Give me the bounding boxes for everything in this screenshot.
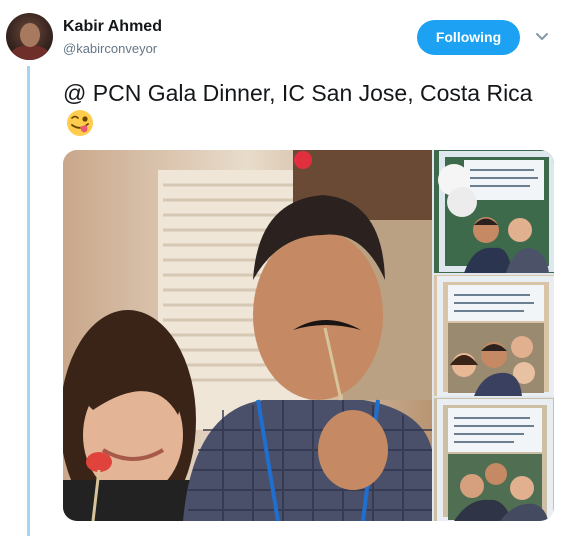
thumbnail-photo-2[interactable] [434, 275, 554, 396]
following-button[interactable]: Following [417, 20, 520, 55]
author-name[interactable]: Kabir Ahmed [63, 18, 162, 36]
media-gallery [63, 150, 554, 521]
winking-face-with-tongue-icon [67, 109, 93, 136]
tweet-text: @ PCN Gala Dinner, IC San Jose, Costa Ri… [63, 78, 533, 140]
avatar[interactable] [6, 13, 53, 60]
thumbnail-photo-3[interactable] [434, 398, 554, 521]
thread-line [27, 66, 30, 536]
main-photo[interactable] [63, 150, 432, 521]
thumbnail-photo-1[interactable] [434, 150, 554, 273]
tweet-text-content: @ PCN Gala Dinner, IC San Jose, Costa Ri… [63, 80, 533, 106]
author-handle[interactable]: @kabirconveyor [63, 41, 157, 56]
chevron-down-icon[interactable] [534, 28, 550, 44]
